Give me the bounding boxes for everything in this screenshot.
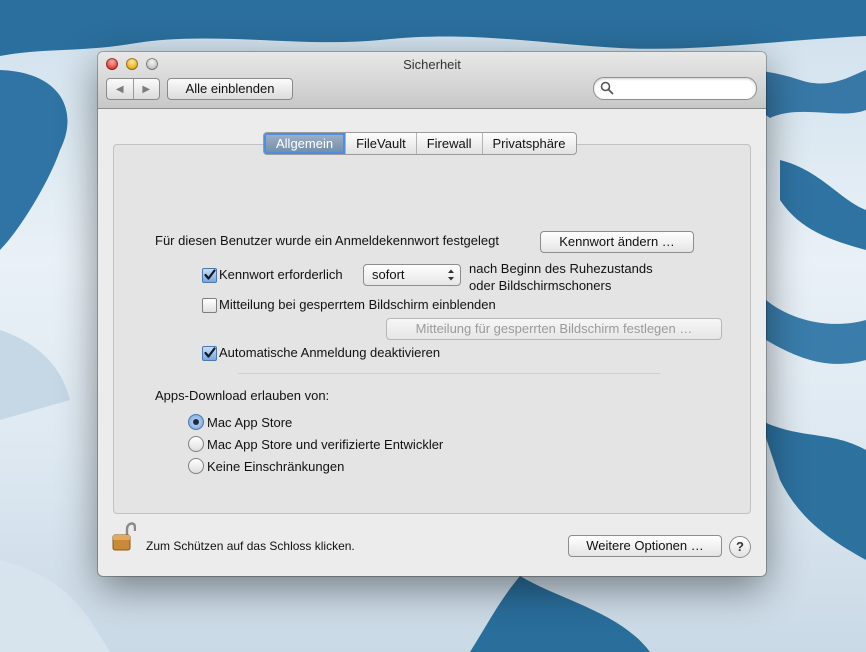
- require-password-label: Kennwort erforderlich: [219, 267, 343, 282]
- navigation-buttons: ◀ ▶: [106, 78, 160, 100]
- apps-download-label: Apps-Download erlauben von:: [155, 388, 330, 403]
- forward-arrow-icon: ▶: [142, 83, 151, 95]
- search-field[interactable]: [593, 77, 757, 100]
- title-bar: Sicherheit ◀ ▶ Alle einblenden: [98, 52, 766, 109]
- section-divider: [238, 373, 660, 374]
- back-arrow-icon: ◀: [115, 83, 124, 95]
- require-password-delay-select[interactable]: sofort: [363, 264, 461, 286]
- require-password-after-text: nach Beginn des Ruhezustands oder Bildsc…: [469, 260, 653, 294]
- radio-label-mac-app-store: Mac App Store: [207, 415, 293, 430]
- tab-privatsphaere[interactable]: Privatsphäre: [481, 133, 576, 154]
- search-icon: [600, 81, 614, 95]
- disable-auto-login-checkbox[interactable]: [202, 346, 217, 361]
- disable-auto-login-label: Automatische Anmeldung deaktivieren: [219, 345, 441, 360]
- require-password-checkbox[interactable]: [202, 268, 217, 283]
- tab-bar: Allgemein FileVault Firewall Privatsphär…: [263, 132, 577, 155]
- tab-filevault[interactable]: FileVault: [345, 133, 416, 154]
- password-set-text: Für diesen Benutzer wurde ein Anmeldeken…: [155, 233, 499, 248]
- forward-button[interactable]: ▶: [132, 79, 160, 99]
- tab-allgemein[interactable]: Allgemein: [264, 133, 346, 154]
- lock-hint-text: Zum Schützen auf das Schloss klicken.: [146, 539, 355, 553]
- require-password-delay-value: sofort: [372, 267, 405, 282]
- radio-mac-app-store[interactable]: [188, 414, 204, 430]
- search-input[interactable]: [618, 80, 752, 98]
- back-button[interactable]: ◀: [107, 79, 133, 99]
- radio-mac-app-store-verified[interactable]: [188, 436, 204, 452]
- change-password-button[interactable]: Kennwort ändern …: [540, 231, 694, 253]
- checkmark-icon: [204, 347, 216, 358]
- show-message-label: Mitteilung bei gesperrtem Bildschirm ein…: [219, 297, 496, 312]
- show-message-checkbox[interactable]: [202, 298, 217, 313]
- set-lock-message-button[interactable]: Mitteilung für gesperrten Bildschirm fes…: [386, 318, 722, 340]
- advanced-options-button[interactable]: Weitere Optionen …: [568, 535, 722, 557]
- radio-label-mac-app-store-verified: Mac App Store und verifizierte Entwickle…: [207, 437, 444, 452]
- tab-firewall[interactable]: Firewall: [415, 133, 482, 154]
- require-after-line-1: nach Beginn des Ruhezustands: [469, 261, 653, 276]
- lock-open-icon[interactable]: [112, 522, 136, 552]
- select-arrows-icon: [448, 269, 454, 281]
- show-all-button[interactable]: Alle einblenden: [167, 78, 293, 100]
- radio-label-no-restrictions: Keine Einschränkungen: [207, 459, 345, 474]
- checkmark-icon: [204, 269, 216, 280]
- radio-no-restrictions[interactable]: [188, 458, 204, 474]
- window-title: Sicherheit: [403, 57, 461, 72]
- security-preferences-window: Sicherheit ◀ ▶ Alle einblenden Allgemein…: [98, 52, 766, 576]
- radio-selected-dot: [193, 419, 199, 425]
- require-after-line-2: oder Bildschirmschoners: [469, 278, 612, 293]
- help-icon[interactable]: ?: [729, 536, 751, 558]
- preferences-content: Allgemein FileVault Firewall Privatsphär…: [98, 109, 766, 576]
